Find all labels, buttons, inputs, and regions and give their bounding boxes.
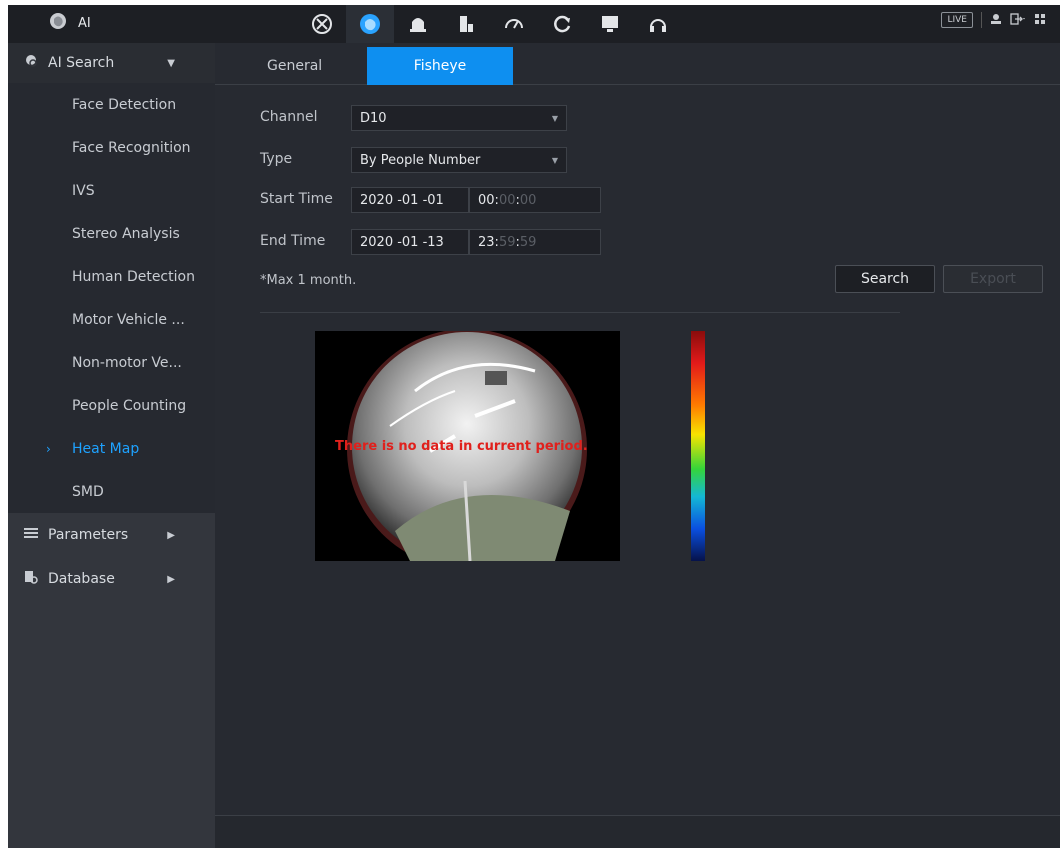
chevron-down-icon: ▼ [167,57,175,69]
status-bar [215,815,1060,848]
start-date-input[interactable]: 2020 -01 -01 [351,187,469,213]
tab-fisheye[interactable]: Fisheye [367,47,513,85]
top-nav-icons [298,5,682,43]
sidebar-item-label: SMD [72,483,104,500]
sidebar-item-stereo-analysis[interactable]: Stereo Analysis [8,212,215,255]
tab-bar: General Fisheye [215,43,1060,85]
chevron-right-icon: ▶ [167,529,175,541]
separator [981,12,982,28]
search-button[interactable]: Search [835,265,935,293]
sidebar-item-label: Heat Map [72,440,140,457]
start-minute[interactable]: 00 [499,193,516,208]
sidebar: AI Search ▼ Face Detection Face Recognit… [8,43,215,848]
end-date-value: 2020 -01 -13 [360,234,444,250]
type-value: By People Number [360,152,481,168]
backup-icon[interactable] [538,5,586,43]
sidebar-submenu: Face Detection Face Recognition IVS Ster… [8,83,215,513]
sidebar-item-ivs[interactable]: IVS [8,169,215,212]
start-hour[interactable]: 00 [478,193,495,208]
sidebar-item-label: Face Detection [72,96,177,113]
end-minute[interactable]: 59 [499,235,516,250]
top-bar: AI LIVE [8,5,1060,43]
user-icon[interactable] [990,13,1002,28]
sidebar-item-motor-vehicle[interactable]: Motor Vehicle ... [8,298,215,341]
list-icon [24,527,38,543]
divider [260,312,900,313]
top-right-controls: LIVE [941,12,1046,28]
chevron-right-icon: › [46,441,51,456]
end-second[interactable]: 59 [520,235,537,250]
channel-value: D10 [360,110,387,126]
sidebar-item-label: Human Detection [72,268,195,285]
sidebar-item-face-detection[interactable]: Face Detection [8,83,215,126]
performance-icon[interactable] [490,5,538,43]
export-button[interactable]: Export [943,265,1043,293]
ai-brain-icon [48,11,68,35]
channel-label: Channel [260,109,318,125]
sidebar-item-people-counting[interactable]: People Counting [8,384,215,427]
sidebar-item-human-detection[interactable]: Human Detection [8,255,215,298]
sidebar-item-label: Non-motor Ve... [72,354,182,371]
chevron-right-icon: ▶ [167,573,175,585]
main-panel: General Fisheye Channel D10 ▼ Type By Pe… [215,43,1060,848]
sidebar-section-parameters[interactable]: Parameters ▶ [8,513,215,557]
max-range-note: *Max 1 month. [260,273,357,288]
app-window: AI LIVE AI Search ▼ Face Detection Face … [8,5,1060,848]
start-time-input[interactable]: 00 : 00 : 00 [469,187,601,213]
dropdown-arrow-icon: ▼ [551,155,558,165]
heatmap-color-legend [691,331,705,561]
start-date-value: 2020 -01 -01 [360,192,444,208]
dropdown-arrow-icon: ▼ [551,113,558,123]
sidebar-item-label: Face Recognition [72,139,191,156]
app-title: AI [78,15,91,31]
sidebar-item-label: Stereo Analysis [72,225,180,242]
camera-icon[interactable] [394,5,442,43]
sidebar-item-non-motor-vehicle[interactable]: Non-motor Ve... [8,341,215,384]
end-date-input[interactable]: 2020 -01 -13 [351,229,469,255]
sidebar-item-heat-map[interactable]: › Heat Map [8,427,215,470]
sidebar-item-face-recognition[interactable]: Face Recognition [8,126,215,169]
sidebar-item-smd[interactable]: SMD [8,470,215,513]
live-button[interactable]: LIVE [941,12,973,28]
brand: AI [48,11,91,35]
end-time-label: End Time [260,233,326,249]
sidebar-section-ai-search[interactable]: AI Search ▼ [8,43,215,83]
type-select[interactable]: By People Number ▼ [351,147,567,173]
layout-icon[interactable] [1034,13,1046,28]
start-second[interactable]: 00 [520,193,537,208]
start-time-label: Start Time [260,191,333,207]
sidebar-section-label: AI Search [48,55,115,71]
sidebar-item-label: People Counting [72,397,187,414]
database-icon [24,570,38,588]
no-data-message: There is no data in current period. [335,439,588,454]
display-icon[interactable] [586,5,634,43]
storage-icon[interactable] [442,5,490,43]
sidebar-section-database[interactable]: Database ▶ [8,557,215,601]
logout-icon[interactable] [1010,12,1026,28]
type-label: Type [260,151,293,167]
sidebar-section-label: Parameters [48,527,129,543]
sidebar-item-label: Motor Vehicle ... [72,311,185,328]
fisheye-heatmap-view: There is no data in current period. [315,331,620,561]
sidebar-item-label: IVS [72,182,95,199]
end-time-input[interactable]: 23 : 59 : 59 [469,229,601,255]
ai-icon[interactable] [346,5,394,43]
end-hour[interactable]: 23 [478,235,495,250]
sidebar-section-label: Database [48,571,115,587]
channel-select[interactable]: D10 ▼ [351,105,567,131]
ptz-icon[interactable] [298,5,346,43]
tab-general[interactable]: General [235,47,325,85]
ai-search-icon [24,54,38,72]
audio-icon[interactable] [634,5,682,43]
